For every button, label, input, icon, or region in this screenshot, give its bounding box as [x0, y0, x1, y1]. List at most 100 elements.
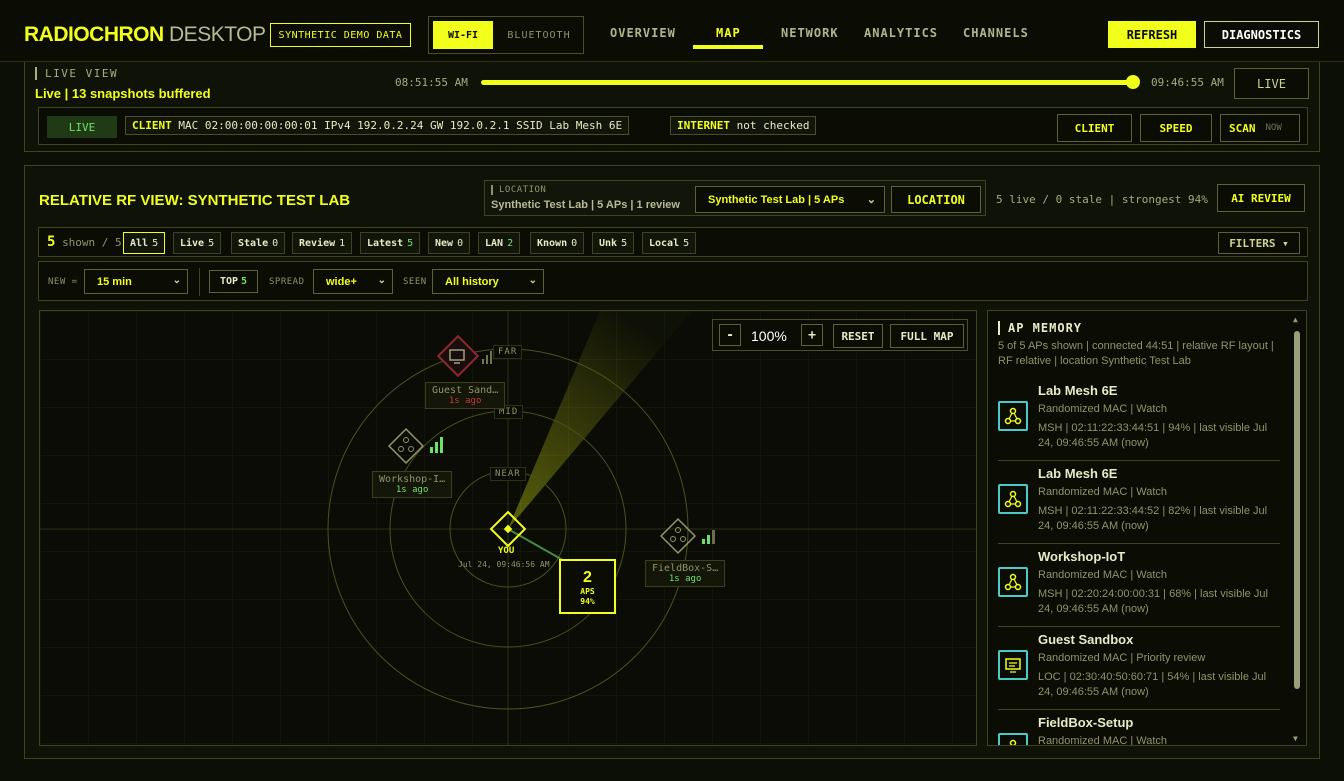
ap-label-fieldbox[interactable]: FieldBox-S… 1s ago: [645, 560, 726, 587]
filter-review[interactable]: Review 1: [292, 232, 353, 254]
seen-select[interactable]: All history ⌄: [432, 269, 544, 294]
timeline-end: 09:46:55 AM: [1151, 76, 1224, 89]
list-item[interactable]: Guest Sandbox Randomized MAC | Priority …: [998, 630, 1280, 710]
location-value: Synthetic Test Lab | 5 APs | 1 review: [491, 199, 680, 211]
rf-map[interactable]: FAR MID NEAR Guest Sand… 1s ago Workshop-…: [39, 310, 977, 746]
you-label: YOU: [498, 546, 515, 556]
reset-button[interactable]: RESET: [833, 324, 883, 348]
mesh-icon: [998, 733, 1028, 745]
filter-unknown[interactable]: Unk 5: [592, 232, 635, 254]
seen-label: SEEN: [403, 277, 427, 287]
speed-button[interactable]: SPEED: [1140, 114, 1212, 142]
filter-latest[interactable]: Latest 5: [360, 232, 421, 254]
list-item[interactable]: FieldBox-Setup Randomized MAC | Watch: [998, 713, 1280, 746]
ap-label-workshop[interactable]: Workshop-I… 1s ago: [372, 471, 453, 498]
rf-view-title: RELATIVE RF VIEW: SYNTHETIC TEST LAB: [39, 192, 351, 209]
list-item[interactable]: Lab Mesh 6E Randomized MAC | Watch MSH |…: [998, 464, 1280, 544]
timeline-slider-handle[interactable]: [1126, 75, 1140, 89]
list-item[interactable]: Lab Mesh 6E Randomized MAC | Watch MSH |…: [998, 381, 1280, 461]
ai-review-button[interactable]: AI REVIEW: [1217, 184, 1305, 212]
refresh-button[interactable]: REFRESH: [1108, 21, 1196, 48]
radio-toggle: WI-FI BLUETOOTH: [428, 16, 584, 54]
wifi-toggle[interactable]: WI-FI: [433, 21, 493, 49]
zoom-controls: - 100% + RESET FULL MAP: [712, 319, 968, 351]
scrollbar-thumb[interactable]: [1294, 331, 1300, 689]
filters-button[interactable]: FILTERS ▾: [1218, 232, 1300, 254]
rf-summary: 5 live / 0 stale | strongest 94%: [996, 193, 1208, 206]
mesh-icon: [998, 401, 1028, 431]
filter-new[interactable]: New 0: [428, 232, 471, 254]
filter-local[interactable]: Local 5: [642, 232, 697, 254]
live-view-title: LIVE VIEW: [35, 67, 118, 80]
ap-memory-scrollbar[interactable]: ▲ ▼: [1292, 315, 1302, 743]
zoom-level: 100%: [751, 328, 787, 344]
ap-meta: Randomized MAC | Watch: [1038, 735, 1167, 746]
scroll-up-icon[interactable]: ▲: [1293, 315, 1298, 324]
ap-meta: Randomized MAC | Watch: [1038, 403, 1167, 415]
filter-live[interactable]: Live 5: [173, 232, 222, 254]
demo-data-badge: SYNTHETIC DEMO DATA: [270, 23, 411, 47]
connection-row: LIVE CLIENT MAC 02:00:00:00:00:01 IPv4 1…: [38, 107, 1308, 145]
chevron-down-icon: ⌄: [866, 194, 876, 206]
rf-view-panel: RELATIVE RF VIEW: SYNTHETIC TEST LAB LOC…: [24, 165, 1320, 759]
ap-meta: Randomized MAC | Watch: [1038, 569, 1167, 581]
live-view-panel: LIVE VIEW Live | 13 snapshots buffered 0…: [24, 62, 1320, 152]
ap-memory-subtitle: 5 of 5 APs shown | connected 44:51 | rel…: [998, 340, 1274, 367]
ap-name: Guest Sandbox: [1038, 632, 1134, 647]
list-item[interactable]: Workshop-IoT Randomized MAC | Watch MSH …: [998, 547, 1280, 627]
tab-channels[interactable]: CHANNELS: [963, 26, 1029, 40]
timeline-slider[interactable]: [481, 80, 1137, 85]
full-map-button[interactable]: FULL MAP: [890, 324, 964, 348]
location-select[interactable]: Synthetic Test Lab | 5 APs ⌄: [695, 186, 885, 213]
shown-count: 5 shown / 5: [47, 234, 122, 250]
app-brand: RADIOCHRON DESKTOP: [24, 23, 266, 46]
filter-row: 5 shown / 5 All 5 Live 5 Stale 0 Review 1 La…: [38, 227, 1308, 257]
zoom-out-button[interactable]: -: [719, 324, 741, 346]
ap-detail: MSH | 02:11:22:33:44:51 | 94% | last vis…: [1038, 422, 1268, 449]
live-button[interactable]: LIVE: [1234, 68, 1309, 99]
client-chip: CLIENT MAC 02:00:00:00:00:01 IPv4 192.0.…: [125, 116, 630, 135]
zoom-in-button[interactable]: +: [801, 324, 823, 346]
ring-label-near: NEAR: [490, 467, 526, 481]
filter-known[interactable]: Known 0: [530, 232, 585, 254]
bluetooth-toggle[interactable]: BLUETOOTH: [497, 21, 581, 49]
spread-select[interactable]: wide+ ⌄: [313, 269, 393, 294]
ring-label-far: FAR: [493, 345, 523, 359]
new-window-select[interactable]: 15 min ⌄: [84, 269, 188, 294]
ap-name: Lab Mesh 6E: [1038, 383, 1118, 398]
top-count-chip[interactable]: TOP 5: [209, 270, 258, 293]
chevron-down-icon: ⌄: [528, 275, 537, 286]
filter-stale[interactable]: Stale 0: [231, 232, 286, 254]
chevron-down-icon: ⌄: [172, 275, 181, 286]
ap-memory-title: AP MEMORY: [998, 321, 1082, 335]
ap-label-guest-sandbox[interactable]: Guest Sand… 1s ago: [425, 382, 506, 409]
live-status: Live | 13 snapshots buffered: [35, 86, 211, 101]
mesh-icon: [998, 484, 1028, 514]
tab-overview[interactable]: OVERVIEW: [610, 26, 676, 40]
ap-name: Workshop-IoT: [1038, 549, 1126, 564]
active-tab-indicator: [693, 45, 763, 49]
you-timestamp: Jul 24, 09:46:56 AM: [458, 560, 550, 569]
tab-network[interactable]: NETWORK: [781, 26, 839, 40]
filter-lan[interactable]: LAN 2: [478, 232, 521, 254]
location-label: LOCATION: [491, 185, 546, 195]
client-button[interactable]: CLIENT: [1057, 114, 1132, 142]
ap-detail: MSH | 02:20:24:00:00:31 | 68% | last vis…: [1038, 588, 1268, 615]
tab-analytics[interactable]: ANALYTICS: [864, 26, 938, 40]
ap-detail: MSH | 02:11:22:33:44:52 | 82% | last vis…: [1038, 505, 1268, 532]
timeline-start: 08:51:55 AM: [395, 76, 468, 89]
options-row: NEW = 15 min ⌄ TOP 5 SPREAD wide+ ⌄ SEEN Al…: [38, 261, 1308, 301]
scan-button[interactable]: SCAN NOW: [1220, 114, 1300, 142]
monitor-icon: [998, 650, 1028, 680]
ap-detail: LOC | 02:30:40:50:60:71 | 54% | last vis…: [1038, 671, 1267, 698]
tab-map[interactable]: MAP: [716, 26, 741, 40]
diagnostics-button[interactable]: DIAGNOSTICS: [1204, 21, 1319, 48]
location-button[interactable]: LOCATION: [891, 186, 981, 213]
filter-all[interactable]: All 5: [123, 232, 166, 254]
scroll-down-icon[interactable]: ▼: [1293, 734, 1298, 743]
ap-meta: Randomized MAC | Watch: [1038, 486, 1167, 498]
divider: [199, 268, 200, 296]
ap-cluster[interactable]: 2 APS 94%: [559, 559, 616, 614]
new-label: NEW =: [48, 277, 78, 287]
ap-name: FieldBox-Setup: [1038, 715, 1134, 730]
